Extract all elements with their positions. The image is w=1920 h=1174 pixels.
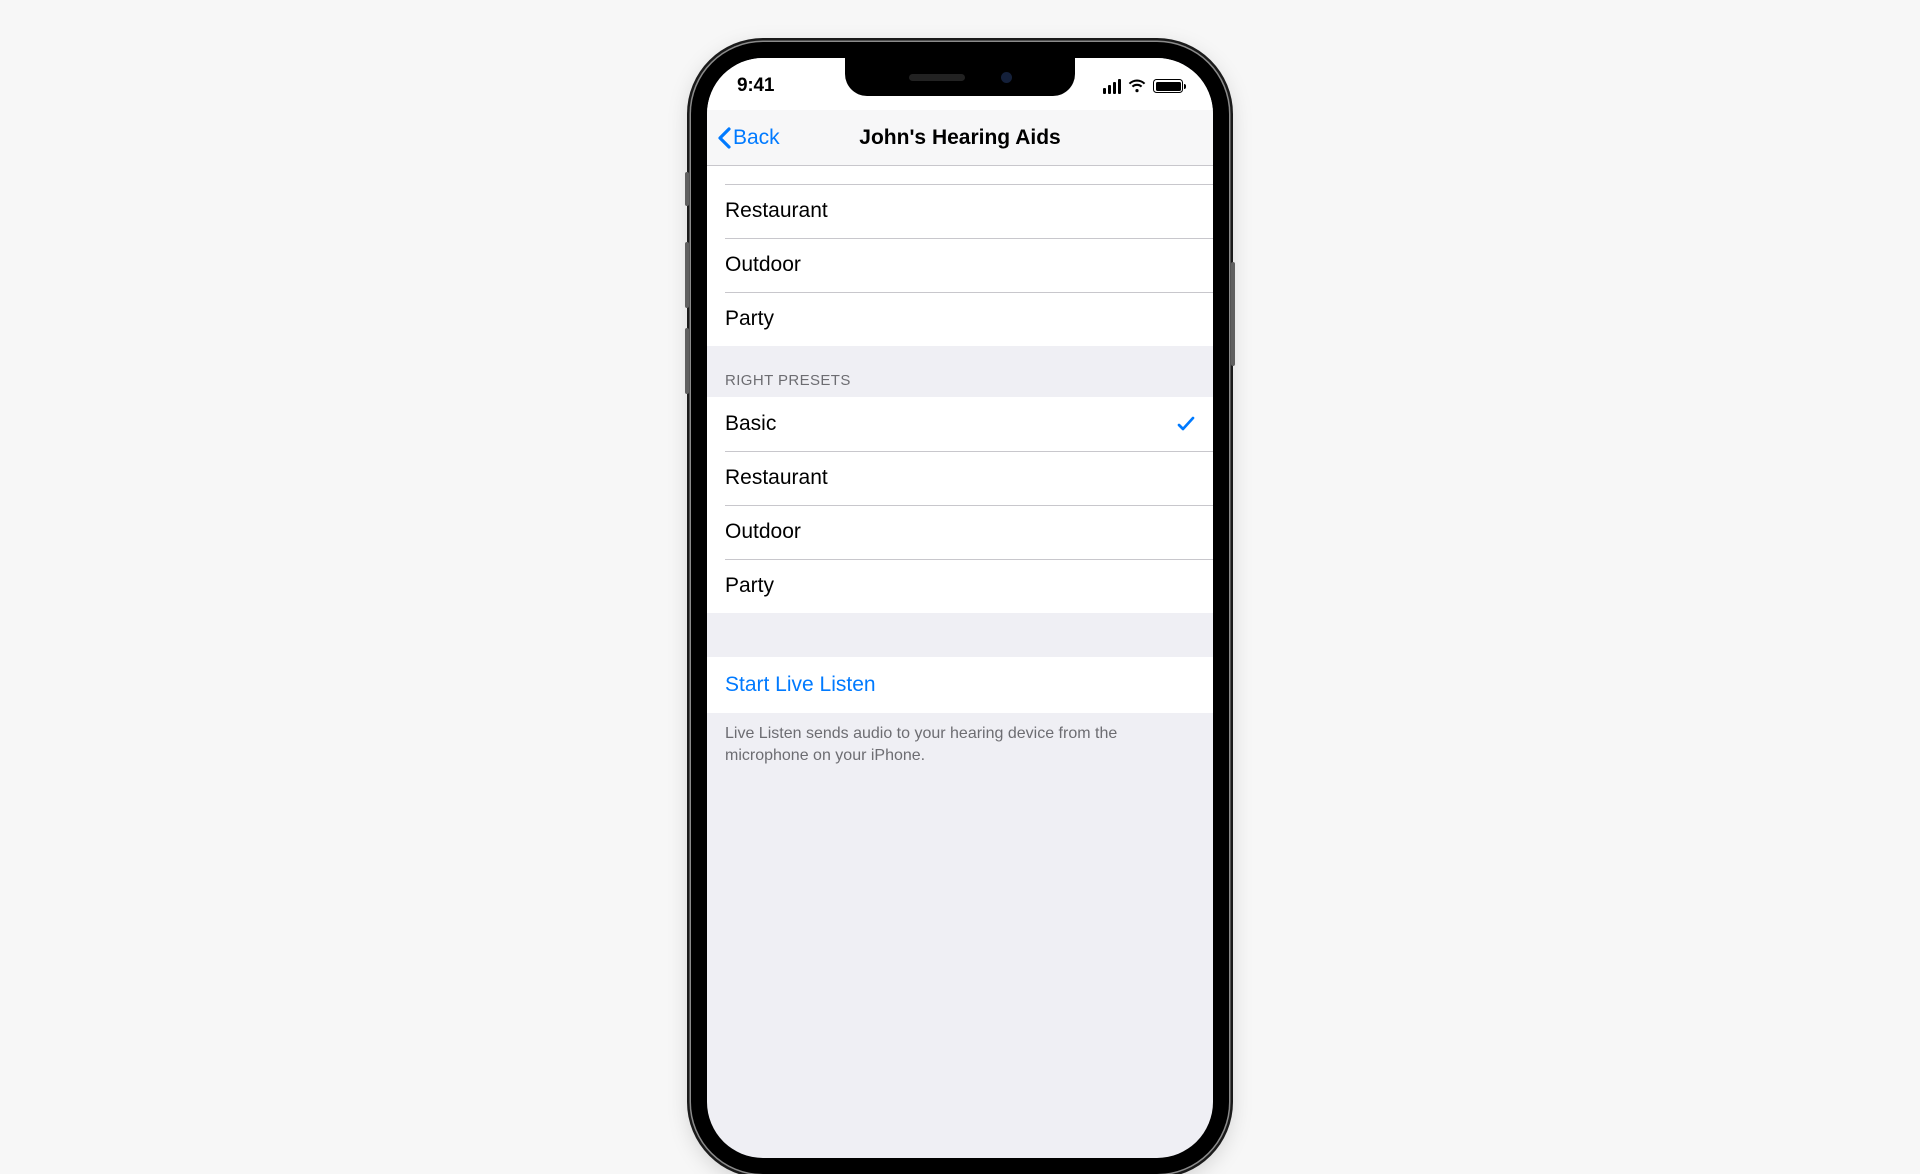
status-time: 9:41 [737, 75, 774, 97]
preset-label: Restaurant [725, 199, 828, 223]
cellular-icon [1103, 79, 1122, 94]
front-camera [1001, 72, 1012, 83]
back-button[interactable]: Back [717, 126, 780, 150]
wifi-icon [1127, 79, 1147, 94]
preset-label: Basic [725, 412, 776, 436]
content-scroll[interactable]: Basic Restaurant Outdoor Party RIGHT PRE… [707, 166, 1213, 766]
battery-icon [1153, 79, 1183, 93]
left-presets-group: Basic Restaurant Outdoor Party [707, 166, 1213, 346]
chevron-left-icon [717, 127, 731, 149]
preset-row-left-party[interactable]: Party [707, 292, 1213, 346]
screen: 9:41 Back John's Hearing Aids Basic [707, 58, 1213, 1158]
status-indicators [1103, 79, 1184, 94]
preset-label: Outdoor [725, 520, 801, 544]
start-live-listen-button[interactable]: Start Live Listen [707, 657, 1213, 713]
navigation-bar: Back John's Hearing Aids [707, 110, 1213, 166]
preset-label: Party [725, 307, 774, 331]
preset-label: Outdoor [725, 253, 801, 277]
volume-down-button [685, 328, 689, 394]
back-label: Back [733, 126, 780, 150]
preset-row-left-restaurant[interactable]: Restaurant [707, 184, 1213, 238]
right-presets-group: Basic Restaurant Outdoor Party [707, 397, 1213, 613]
action-label: Start Live Listen [725, 673, 876, 697]
preset-row-right-outdoor[interactable]: Outdoor [707, 505, 1213, 559]
checkmark-icon [1177, 415, 1195, 433]
page-title: John's Hearing Aids [707, 126, 1213, 150]
side-button [1231, 262, 1235, 366]
volume-up-button [685, 242, 689, 308]
preset-row-left-outdoor[interactable]: Outdoor [707, 238, 1213, 292]
notch [845, 58, 1075, 96]
earpiece-speaker [909, 74, 965, 81]
preset-row-right-basic[interactable]: Basic [707, 397, 1213, 451]
silence-switch [685, 172, 689, 206]
live-listen-footer: Live Listen sends audio to your hearing … [707, 713, 1213, 766]
preset-row-right-restaurant[interactable]: Restaurant [707, 451, 1213, 505]
preset-row-left-basic[interactable]: Basic [707, 166, 1213, 184]
iphone-device-frame: 9:41 Back John's Hearing Aids Basic [691, 42, 1229, 1174]
preset-row-right-party[interactable]: Party [707, 559, 1213, 613]
section-gap [707, 613, 1213, 657]
right-presets-header: RIGHT PRESETS [707, 346, 1213, 397]
preset-label: Party [725, 574, 774, 598]
preset-label: Restaurant [725, 466, 828, 490]
